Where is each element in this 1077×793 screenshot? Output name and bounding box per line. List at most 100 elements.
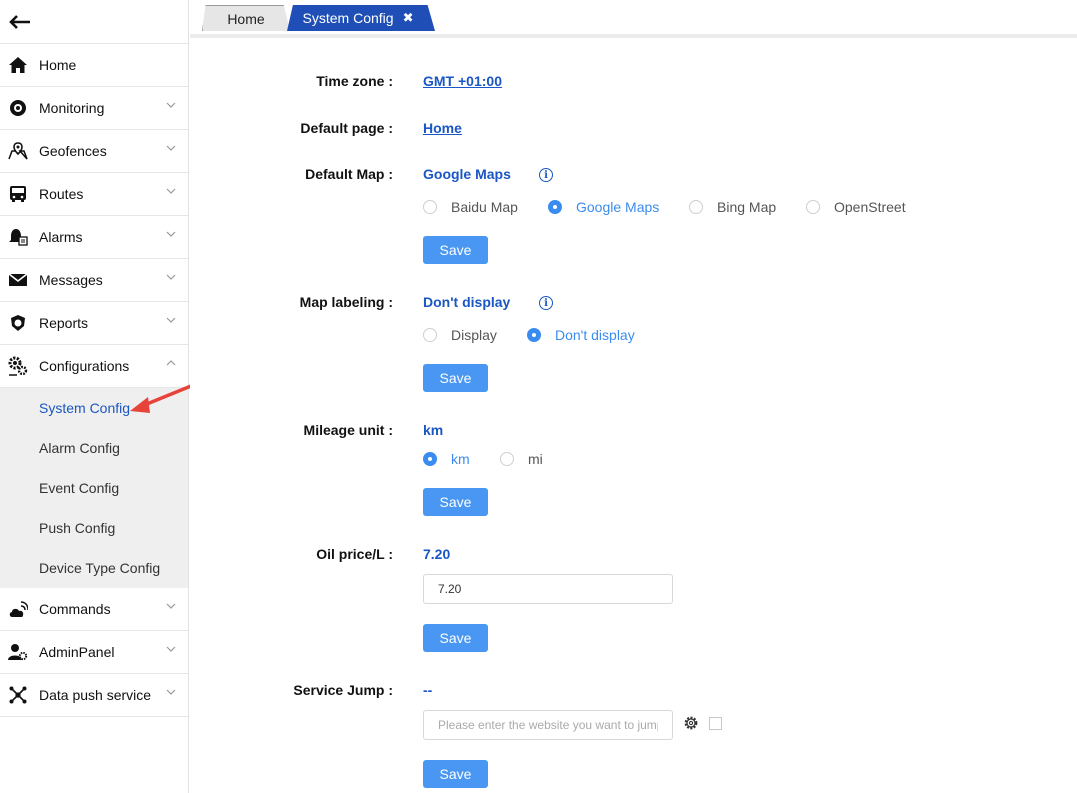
sub-item-alarm-config[interactable]: Alarm Config [0,428,188,468]
save-service-jump-button[interactable]: Save [423,760,488,788]
map-labeling-label: Map labeling : [299,294,393,310]
radio-baidu-map[interactable]: Baidu Map [423,199,548,215]
service-jump-value: -- [423,682,433,698]
sub-item-device-type-config[interactable]: Device Type Config [0,548,188,588]
sidebar-item-label: Geofences [39,143,107,159]
radio-label: Bing Map [717,199,777,215]
tab-system-config[interactable]: System Config ✖ [287,5,435,31]
sidebar-item-configurations[interactable]: Configurations [0,345,188,388]
sidebar-item-alarms[interactable]: Alarms [0,216,188,259]
sidebar-item-data-push-service[interactable]: Data push service [0,674,188,717]
save-default-map-button[interactable]: Save [423,236,488,264]
tab-bar: Home System Config ✖ [190,0,1077,38]
envelope-icon [8,270,28,290]
sidebar-item-label: Data push service [39,687,152,703]
chevron-down-icon [166,317,176,323]
chevron-down-icon [166,188,176,194]
radio-label: Baidu Map [451,199,518,215]
service-jump-url-input[interactable] [423,710,673,740]
info-icon[interactable]: i [539,168,553,182]
info-icon[interactable]: i [539,296,553,310]
radio-label: Display [451,327,497,343]
monitoring-icon [8,98,28,118]
radio-openstreet[interactable]: OpenStreet [806,199,906,215]
cloud-signal-icon [8,599,28,619]
default-map-value: Google Maps [423,166,511,182]
mileage-unit-value: km [423,422,444,438]
annotation-arrow-icon [130,384,193,413]
sidebar-item-monitoring[interactable]: Monitoring [0,87,188,130]
timezone-link[interactable]: GMT +01:00 [423,73,502,89]
save-map-labeling-button[interactable]: Save [423,364,488,392]
sub-item-event-config[interactable]: Event Config [0,468,188,508]
arrow-left-icon[interactable] [9,14,31,29]
network-icon [8,685,28,705]
bell-icon [8,227,28,247]
sidebar-item-routes[interactable]: Routes [0,173,188,216]
radio-label: Google Maps [576,199,660,215]
radio-mi[interactable]: mi [500,451,543,467]
sidebar-item-reports[interactable]: Reports [0,302,188,345]
sidebar-item-messages[interactable]: Messages [0,259,188,302]
chevron-down-icon [166,646,176,652]
map-labeling-value: Don't display [423,294,511,310]
tab-home[interactable]: Home [202,5,290,31]
sidebar-item-label: Routes [39,186,84,202]
configurations-submenu: System Config Alarm Config Event Config … [0,388,188,588]
service-jump-checkbox[interactable] [709,717,722,730]
chevron-down-icon [166,102,176,108]
sidebar-item-geofences[interactable]: Geofences [0,130,188,173]
user-gear-icon [8,642,28,662]
radio-label: mi [528,451,543,467]
sidebar-item-label: Reports [39,315,89,331]
system-config-panel: Time zone : GMT +01:00 Default page : Ho… [190,42,1077,793]
gear-icon[interactable] [683,715,699,731]
gears-icon [8,356,28,376]
radio-circle [500,452,514,466]
chevron-down-icon [166,145,176,151]
sidebar-item-label: AdminPanel [39,644,115,660]
radio-circle [423,328,437,342]
timezone-label: Time zone : [316,73,393,89]
radio-dont-display[interactable]: Don't display [527,327,635,343]
oil-price-input[interactable] [423,574,673,604]
mileage-unit-label: Mileage unit : [303,422,393,438]
radio-bing-map[interactable]: Bing Map [689,199,806,215]
save-mileage-unit-button[interactable]: Save [423,488,488,516]
chevron-down-icon [166,603,176,609]
sidebar-item-label: Configurations [39,358,130,374]
oil-price-label: Oil price/L : [316,546,393,562]
default-map-radio-group: Baidu Map Google Maps Bing Map OpenStree… [423,199,906,215]
radio-circle [806,200,820,214]
radio-circle [527,328,541,342]
radio-label: Don't display [555,327,635,343]
bus-icon [8,184,28,204]
default-page-label: Default page : [300,120,393,136]
sidebar-item-label: Home [39,57,77,73]
sidebar-item-label: Monitoring [39,100,105,116]
sidebar-item-commands[interactable]: Commands [0,588,188,631]
map-pin-icon [8,141,28,161]
default-map-label: Default Map : [305,166,393,182]
sidebar-item-label: Commands [39,601,111,617]
service-jump-label: Service Jump : [293,682,393,698]
default-page-link[interactable]: Home [423,120,462,136]
radio-label: km [451,451,470,467]
chevron-down-icon [166,274,176,280]
radio-display[interactable]: Display [423,327,527,343]
home-icon [8,55,28,75]
mileage-unit-radio-group: km mi [423,451,543,467]
close-icon[interactable]: ✖ [403,10,414,26]
sidebar-item-home[interactable]: Home [0,44,188,87]
sidebar-item-adminpanel[interactable]: AdminPanel [0,631,188,674]
radio-circle [423,200,437,214]
radio-circle [423,452,437,466]
radio-km[interactable]: km [423,451,500,467]
radio-label: OpenStreet [834,199,906,215]
sub-item-push-config[interactable]: Push Config [0,508,188,548]
radio-google-maps[interactable]: Google Maps [548,199,689,215]
sidebar-item-label: Messages [39,272,103,288]
back-button[interactable] [0,0,188,44]
save-oil-price-button[interactable]: Save [423,624,488,652]
chevron-down-icon [166,231,176,237]
